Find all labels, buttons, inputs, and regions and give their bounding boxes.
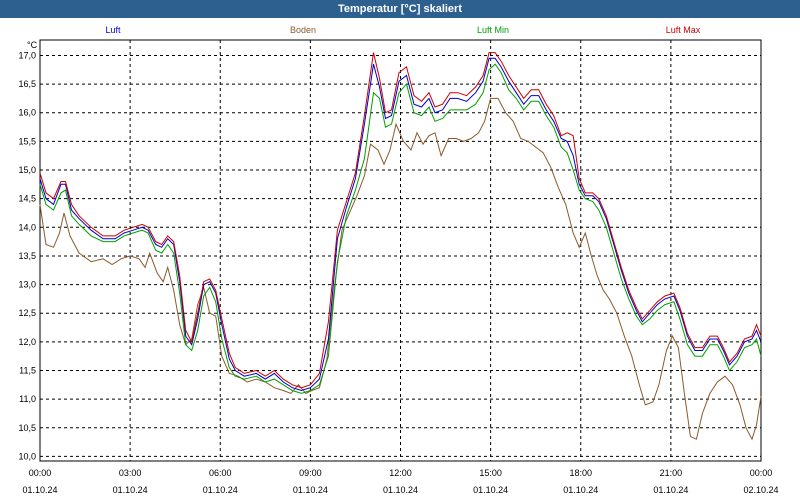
y-tick-label: 11,0 xyxy=(19,394,36,404)
x-tick-time: 15:00 xyxy=(479,468,502,478)
y-tick-label: 13,0 xyxy=(18,280,36,290)
x-tick-time: 09:00 xyxy=(299,468,322,478)
y-tick-label: 15,5 xyxy=(18,136,36,146)
x-tick-time: 03:00 xyxy=(119,468,142,478)
x-tick-time: 06:00 xyxy=(209,468,232,478)
x-tick-time: 12:00 xyxy=(389,468,412,478)
x-tick-date: 01.10.24 xyxy=(113,485,148,495)
y-tick-label: 16,0 xyxy=(18,108,36,118)
x-tick-time: 00:00 xyxy=(29,468,52,478)
x-tick-date: 01.10.24 xyxy=(473,485,508,495)
legend-luft-min: Luft Min xyxy=(477,25,509,35)
x-tick-date: 01.10.24 xyxy=(293,485,328,495)
y-tick-label: 11,5 xyxy=(19,365,36,375)
y-tick-label: 10,5 xyxy=(18,423,36,433)
legend-boden: Boden xyxy=(290,25,316,35)
x-tick-date: 01.10.24 xyxy=(563,485,598,495)
x-tick-date: 01.10.24 xyxy=(22,485,57,495)
y-tick-label: 12,0 xyxy=(18,337,36,347)
x-tick-date: 01.10.24 xyxy=(653,485,688,495)
y-tick-label: 14,5 xyxy=(18,194,36,204)
x-tick-time: 18:00 xyxy=(569,468,592,478)
y-tick-label: 15,0 xyxy=(18,165,36,175)
x-tick-time: 00:00 xyxy=(750,468,773,478)
y-tick-label: 17,0 xyxy=(18,50,36,60)
temperature-chart: 10,0 10,5 11,0 11,5 12,0 12,5 13,0 13,5 14,0 14,5… xyxy=(0,0,800,500)
legend-luft-max: Luft Max xyxy=(666,25,701,35)
y-tick-label: 12,5 xyxy=(18,308,36,318)
y-tick-label: 14,0 xyxy=(18,222,36,232)
window-title: Temperatur [°C] skaliert xyxy=(0,0,800,18)
y-tick-label: 13,5 xyxy=(18,251,36,261)
y-axis-label: °C xyxy=(27,40,38,50)
x-tick-date: 01.10.24 xyxy=(383,485,418,495)
x-tick-date: 02.10.24 xyxy=(743,485,778,495)
x-tick-time: 21:00 xyxy=(660,468,683,478)
y-tick-label: 10,0 xyxy=(18,451,36,461)
y-tick-label: 16,5 xyxy=(18,79,36,89)
x-tick-date: 01.10.24 xyxy=(203,485,238,495)
legend-luft: Luft xyxy=(105,25,121,35)
y-axis-ticks: 10,0 10,5 11,0 11,5 12,0 12,5 13,0 13,5 14,0 14,5… xyxy=(18,50,36,461)
